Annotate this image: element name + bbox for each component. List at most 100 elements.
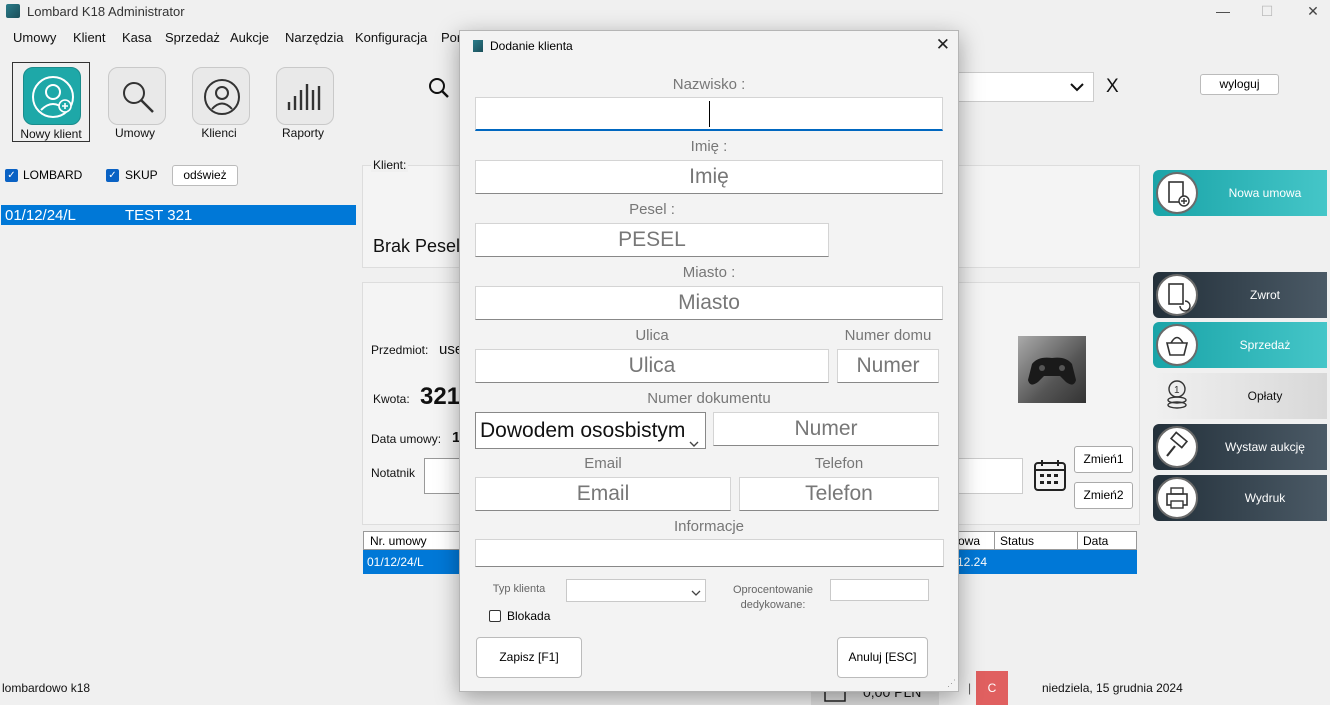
notes-field[interactable] <box>424 458 464 494</box>
list-item-number: 01/12/24/L <box>5 207 76 224</box>
new-client-label: Nowy klient <box>20 127 82 141</box>
sale-button[interactable]: Sprzedaż <box>1153 322 1327 368</box>
search-combo[interactable] <box>956 72 1094 102</box>
email-field[interactable]: Email <box>475 477 731 511</box>
menu-umowy[interactable]: Umowy <box>13 30 56 45</box>
date-label: Data umowy: <box>371 432 442 446</box>
notes-field-right[interactable] <box>956 458 1023 494</box>
list-item[interactable]: 01/12/24/L TEST 321 <box>1 205 356 225</box>
skup-checkbox[interactable]: ✓ <box>106 169 119 182</box>
contracts-button[interactable]: Umowy <box>96 62 174 142</box>
interest-field[interactable] <box>830 579 929 601</box>
lombard-checkbox[interactable]: ✓ <box>5 169 18 182</box>
new-client-button[interactable]: Nowy klient <box>12 62 90 142</box>
pesel-text: Brak Pesel <box>373 236 461 256</box>
item-label: Przedmiot: <box>371 343 429 357</box>
add-user-icon <box>23 67 81 125</box>
info-field[interactable] <box>475 539 944 567</box>
phone-label: Telefon <box>814 455 864 472</box>
col-divider <box>994 531 995 550</box>
auction-label: Wystaw aukcję <box>1225 440 1305 454</box>
user-icon <box>192 67 250 125</box>
street-field[interactable]: Ulica <box>475 349 829 383</box>
info-label: Informacje <box>673 518 745 535</box>
amount-label: Kwota: <box>373 392 410 406</box>
document-add-icon <box>1156 172 1198 214</box>
clients-button[interactable]: Klienci <box>180 62 258 142</box>
svg-text:1: 1 <box>1174 385 1180 396</box>
dialog-close-button[interactable]: ✕ <box>936 35 950 55</box>
client-type-label: Typ klienta <box>492 583 546 595</box>
change1-button[interactable]: Zmień1 <box>1074 446 1133 473</box>
printer-icon <box>1156 477 1198 519</box>
row-value: 12.24 <box>957 555 988 569</box>
client-type-select[interactable] <box>566 579 706 602</box>
city-field[interactable]: Miasto <box>475 286 943 320</box>
document-number-field[interactable]: Numer <box>713 412 939 446</box>
status-left: lombardowo k18 <box>2 681 91 695</box>
menu-klient[interactable]: Klient <box>73 30 106 45</box>
refresh-button[interactable]: odśwież <box>172 165 238 186</box>
status-date: niedziela, 15 grudnia 2024 <box>1042 681 1183 695</box>
city-label: Miasto : <box>682 264 736 281</box>
name-field[interactable]: Imię <box>475 160 943 194</box>
document-return-icon <box>1156 274 1198 316</box>
resize-grip-icon[interactable]: ⋰ <box>947 678 956 689</box>
auction-button[interactable]: Wystaw aukcję <box>1153 424 1327 470</box>
list-item-name: TEST 321 <box>125 207 193 224</box>
blockade-label: Blokada <box>507 609 551 623</box>
reports-label: Raporty <box>281 126 325 140</box>
interest-label: Oprocentowanie dedykowane: <box>732 584 814 611</box>
item-photo[interactable] <box>1018 336 1086 403</box>
print-button[interactable]: Wydruk <box>1153 475 1327 521</box>
surname-label: Nazwisko : <box>672 76 746 93</box>
coins-icon: 1 <box>1156 375 1198 417</box>
save-button[interactable]: Zapisz [F1] <box>476 637 582 678</box>
clear-search-button[interactable]: X <box>1106 76 1119 98</box>
dialog-title: Dodanie klienta <box>490 39 573 53</box>
menu-konfiguracja[interactable]: Konfiguracja <box>355 30 427 45</box>
minimize-button[interactable]: — <box>1208 2 1238 22</box>
new-contract-button[interactable]: Nowa umowa <box>1153 170 1327 216</box>
col-status[interactable]: Status <box>1000 534 1034 548</box>
app-title: Lombard K18 Administrator <box>27 4 185 19</box>
c-badge[interactable]: C <box>976 671 1008 705</box>
search-icon[interactable] <box>428 77 450 102</box>
blockade-checkbox[interactable] <box>489 610 501 622</box>
maximize-button[interactable]: ☐ <box>1252 2 1282 22</box>
menu-kasa[interactable]: Kasa <box>122 30 152 45</box>
chevron-down-icon <box>691 586 701 601</box>
phone-field[interactable]: Telefon <box>739 477 939 511</box>
document-type-value: Dowodem ososbistym <box>480 419 686 442</box>
chevron-down-icon <box>1069 79 1085 98</box>
fees-label: Opłaty <box>1247 389 1283 403</box>
col-number[interactable]: Nr. umowy <box>370 534 427 548</box>
col-date[interactable]: Data <box>1083 534 1108 548</box>
bar-chart-icon <box>276 67 334 125</box>
gavel-icon <box>1156 426 1198 468</box>
row-number: 01/12/24/L <box>367 555 424 569</box>
magnifier-icon <box>108 67 166 125</box>
add-client-dialog: Dodanie klienta ✕ Nazwisko : Imię : Imię… <box>459 30 959 692</box>
status-divider: | <box>968 681 972 695</box>
notes-label: Notatnik <box>371 466 416 480</box>
logout-button[interactable]: wyloguj <box>1200 74 1279 95</box>
menu-sprzedaz[interactable]: Sprzedaż <box>165 30 220 45</box>
reports-button[interactable]: Raporty <box>264 62 342 142</box>
menu-narzedzia[interactable]: Narzędzia <box>285 30 344 45</box>
name-label: Imię : <box>690 138 728 155</box>
document-type-select[interactable]: Dowodem ososbistym <box>475 412 706 449</box>
skup-label: SKUP <box>125 168 158 182</box>
return-button[interactable]: Zwrot <box>1153 272 1327 318</box>
calendar-icon[interactable] <box>1033 458 1067 495</box>
pesel-field[interactable]: PESEL <box>475 223 829 257</box>
col-value[interactable]: owa <box>958 534 980 548</box>
fees-button[interactable]: 1 Opłaty <box>1153 373 1327 419</box>
menu-aukcje[interactable]: Aukcje <box>230 30 269 45</box>
col-divider <box>1077 531 1078 550</box>
change2-button[interactable]: Zmień2 <box>1074 482 1133 509</box>
close-window-button[interactable]: ✕ <box>1298 2 1328 22</box>
house-number-field[interactable]: Numer <box>837 349 939 383</box>
lombard-label: LOMBARD <box>23 168 83 182</box>
cancel-button[interactable]: Anuluj [ESC] <box>837 637 928 678</box>
